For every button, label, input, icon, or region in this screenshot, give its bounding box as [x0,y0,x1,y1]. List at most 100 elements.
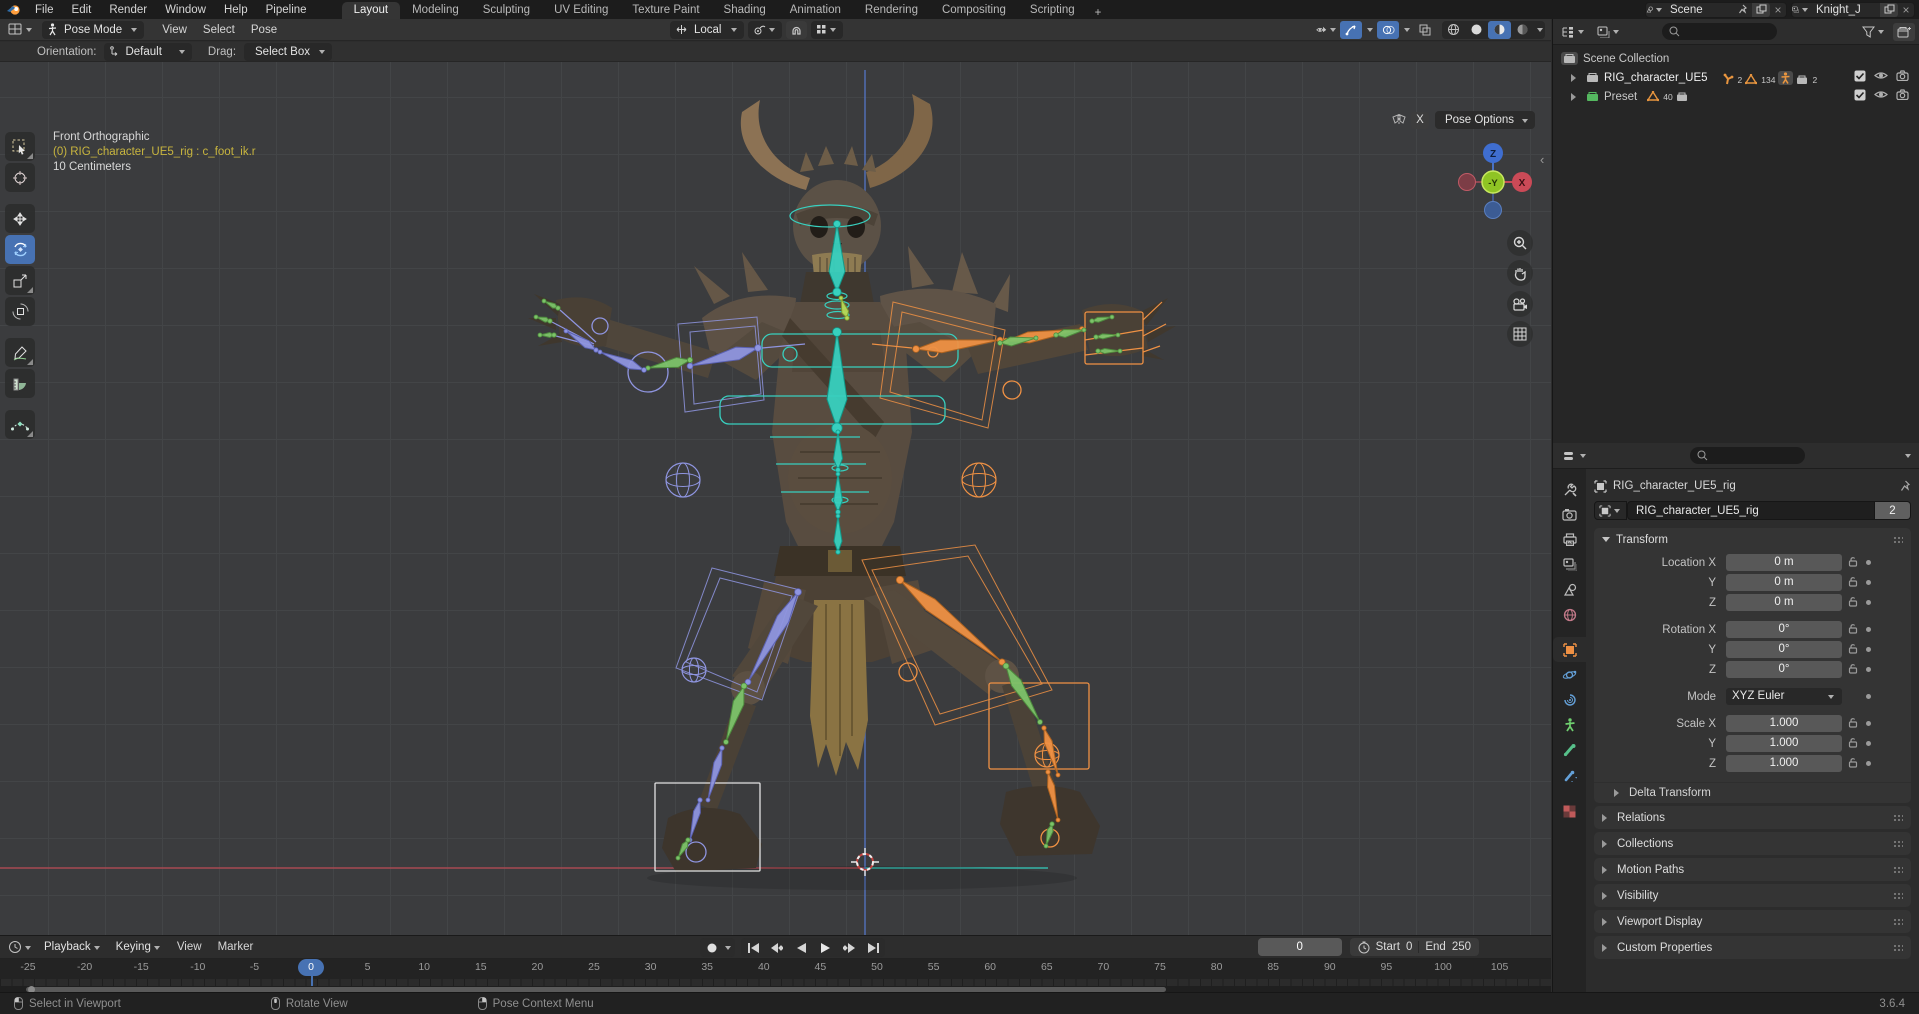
menu-playback[interactable]: Playback [39,938,107,956]
panel-relations[interactable]: Relations [1594,806,1911,829]
tab-render[interactable] [1553,502,1586,527]
keying-set-dropdown[interactable] [725,946,731,953]
location-z-field[interactable]: 0 m [1726,594,1842,611]
panel-collections[interactable]: Collections [1594,832,1911,855]
animate-dot[interactable] [1866,761,1871,766]
panel-motion-paths[interactable]: Motion Paths [1594,858,1911,881]
remove-view-layer-button[interactable] [1898,3,1914,17]
animate-dot[interactable] [1866,721,1871,726]
pin-id-icon[interactable] [1900,480,1911,492]
lock-icon[interactable] [1848,737,1858,751]
gizmo-dropdown[interactable] [1367,28,1373,35]
hide-viewport-icon[interactable] [1874,89,1888,104]
outliner-row-rig-character[interactable]: RIG_character_UE5 2 134 2 [1553,68,1919,87]
current-frame-indicator[interactable]: 0 [298,959,324,976]
menu-help[interactable]: Help [215,0,257,19]
tab-view-layer[interactable] [1553,552,1586,577]
tool-orientation-dropdown[interactable]: Default [104,42,192,61]
start-value[interactable]: 0 [1406,941,1412,953]
tool-annotate[interactable] [5,338,35,367]
shading-rendered-button[interactable] [1511,21,1534,39]
workspace-tab-rendering[interactable]: Rendering [853,2,930,19]
shading-wireframe-button[interactable] [1442,21,1465,39]
snap-toggle[interactable] [785,20,807,39]
menu-file[interactable]: File [26,0,63,19]
outliner-row-preset[interactable]: Preset 40 [1553,87,1919,106]
end-value[interactable]: 250 [1452,941,1471,953]
drag-dropdown[interactable]: Select Box [244,42,332,61]
shading-material-button[interactable] [1488,20,1511,39]
lock-icon[interactable] [1848,643,1858,657]
tab-scene[interactable] [1553,577,1586,602]
timeline-track-area[interactable] [0,979,1551,986]
outliner-editor-type-button[interactable] [1557,23,1590,41]
hide-viewport-icon[interactable] [1874,70,1888,85]
properties-search-input[interactable] [1707,449,1798,462]
new-scene-button[interactable] [1752,2,1770,17]
outliner-display-mode-button[interactable] [1593,23,1625,41]
scale-x-field[interactable]: 1.000 [1726,715,1842,732]
expand-icon[interactable] [1571,92,1580,101]
outliner-row-scene-collection[interactable]: Scene Collection [1553,49,1919,68]
outliner-search-input[interactable] [1680,25,1770,38]
workspace-tab-modeling[interactable]: Modeling [400,2,471,19]
tool-cursor[interactable] [5,163,35,192]
tab-output[interactable] [1553,527,1586,552]
disable-render-icon[interactable] [1896,89,1909,104]
snap-target-dropdown[interactable] [810,20,843,39]
camera-view-button[interactable] [1507,291,1533,317]
location-x-field[interactable]: 0 m [1726,554,1842,571]
rotation-x-field[interactable]: 0° [1726,621,1842,638]
shading-dropdown[interactable] [1537,28,1543,35]
properties-options-dropdown[interactable] [1905,454,1911,461]
pivot-point-dropdown[interactable] [747,20,782,39]
gizmo-z-neg-axis[interactable] [1484,201,1502,219]
lock-icon[interactable] [1848,757,1858,771]
tab-object-constraints[interactable] [1553,687,1586,712]
show-overlays-toggle[interactable] [1377,20,1399,39]
menu-keying[interactable]: Keying [111,938,167,956]
menu-edit[interactable]: Edit [63,0,101,19]
show-gizmo-toggle[interactable] [1340,20,1362,39]
lock-icon[interactable] [1848,717,1858,731]
disable-render-icon[interactable] [1896,70,1909,85]
current-frame-field[interactable]: 0 [1257,938,1342,956]
menu-pose[interactable]: Pose [243,24,285,36]
workspace-tab-shading[interactable]: Shading [712,2,778,19]
workspace-tab-texture-paint[interactable]: Texture Paint [620,2,711,19]
object-id-dropdown[interactable] [1594,501,1627,520]
tab-texture[interactable] [1553,799,1586,824]
scene-icon[interactable] [1646,3,1664,17]
transform-orientation-dropdown[interactable]: Local [670,20,744,39]
jump-to-start-button[interactable] [741,938,765,957]
panel-viewport-display[interactable]: Viewport Display [1594,910,1911,933]
outliner-filter-button[interactable] [1858,23,1890,41]
mode-selector[interactable]: Pose Mode [42,20,145,39]
viewport-3d[interactable]: Front Orthographic (0) RIG_character_UE5… [0,62,1551,935]
menu-tl-view[interactable]: View [169,941,210,953]
next-keyframe-button[interactable] [837,938,861,957]
play-reverse-button[interactable] [789,938,813,957]
navigation-gizmo[interactable]: Z X -Y [1443,134,1543,234]
rotation-z-field[interactable]: 0° [1726,661,1842,678]
scale-y-field[interactable]: 1.000 [1726,735,1842,752]
animate-dot[interactable] [1866,627,1871,632]
workspace-tab-layout[interactable]: Layout [341,2,401,19]
scale-z-field[interactable]: 1.000 [1726,755,1842,772]
mirror-x-toggle[interactable]: X [1410,111,1429,129]
lock-icon[interactable] [1848,663,1858,677]
panel-visibility[interactable]: Visibility [1594,884,1911,907]
workspace-tab-uv-editing[interactable]: UV Editing [542,2,620,19]
properties-editor-type-button[interactable] [1559,447,1592,465]
new-view-layer-button[interactable] [1880,2,1898,17]
lock-icon[interactable] [1848,556,1858,570]
transform-panel-header[interactable]: Transform [1594,528,1911,551]
tab-bone-constraints[interactable] [1553,762,1586,787]
scene-name[interactable]: Scene [1664,4,1734,16]
tab-object-data[interactable] [1553,712,1586,737]
tab-physics[interactable] [1553,662,1586,687]
play-button[interactable] [813,938,837,957]
tool-pose-breakdowner[interactable] [5,410,35,439]
animate-dot[interactable] [1866,647,1871,652]
workspace-tab-sculpting[interactable]: Sculpting [471,2,542,19]
